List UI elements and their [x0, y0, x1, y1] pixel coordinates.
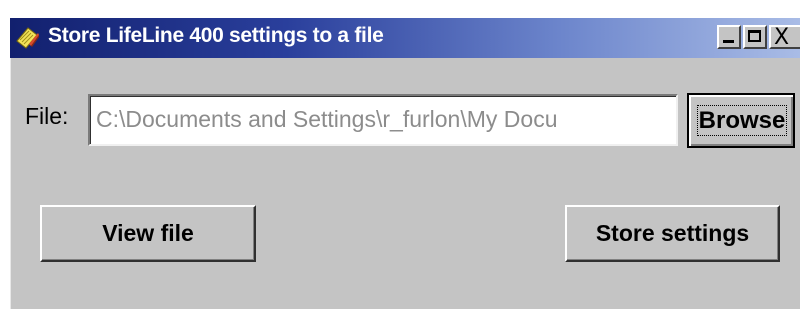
window-title: Store LifeLine 400 settings to a file [48, 24, 384, 47]
title-bar[interactable]: Store LifeLine 400 settings to a file X [10, 18, 800, 58]
store-settings-button-label: Store settings [595, 220, 750, 246]
view-file-button-label: View file [102, 220, 194, 246]
minimize-icon [723, 40, 734, 43]
minimize-button[interactable] [717, 25, 741, 49]
file-label: File: [25, 103, 69, 129]
pencil-paper-icon [14, 25, 40, 51]
browse-button-label: Browse [696, 105, 788, 136]
file-path-input[interactable]: C:\Documents and Settings\r_furlon\My Do… [88, 94, 678, 146]
file-path-value: C:\Documents and Settings\r_furlon\My Do… [96, 106, 558, 132]
maximize-icon [748, 30, 761, 42]
view-file-button[interactable]: View file [40, 205, 256, 262]
maximize-button[interactable] [743, 25, 767, 49]
browse-button[interactable]: Browse [687, 93, 795, 148]
store-settings-button[interactable]: Store settings [565, 205, 780, 262]
close-button[interactable]: X [769, 25, 800, 50]
dialog-window: Store LifeLine 400 settings to a file X … [10, 18, 800, 309]
close-icon: X [774, 25, 790, 50]
